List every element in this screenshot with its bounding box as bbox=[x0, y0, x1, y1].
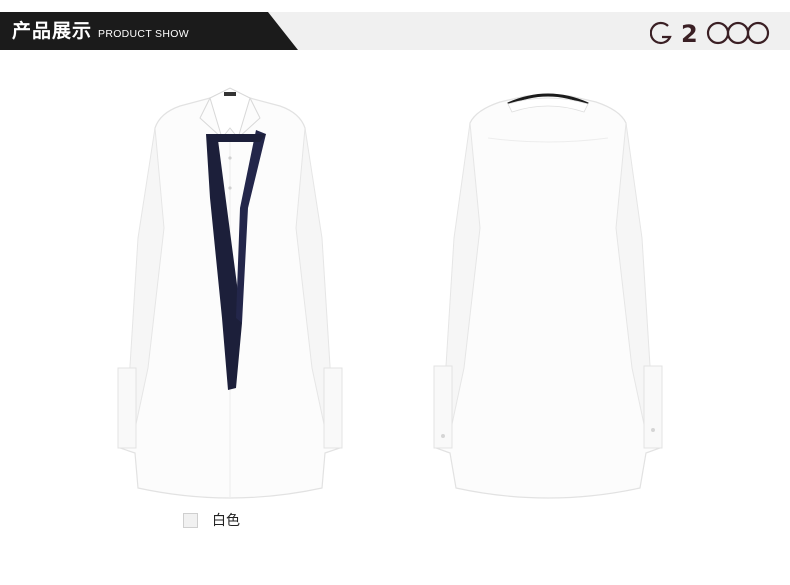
svg-text:2: 2 bbox=[681, 20, 698, 46]
shirt-front-icon bbox=[117, 87, 343, 499]
brand-logo: 2 bbox=[650, 20, 770, 46]
color-option-white[interactable]: 白色 bbox=[183, 510, 240, 530]
product-front-view bbox=[117, 87, 343, 499]
color-swatch[interactable] bbox=[183, 512, 198, 528]
shirt-back-icon bbox=[433, 93, 663, 499]
section-title-en: PRODUCT SHOW bbox=[98, 28, 189, 40]
product-back-view bbox=[433, 93, 663, 499]
color-label: 白色 bbox=[212, 513, 240, 529]
section-title-cn: 产品展示 bbox=[12, 20, 93, 42]
section-title: 产品展示 PRODUCT SHOW bbox=[12, 18, 189, 44]
section-header: 产品展示 PRODUCT SHOW 2 bbox=[0, 12, 790, 50]
